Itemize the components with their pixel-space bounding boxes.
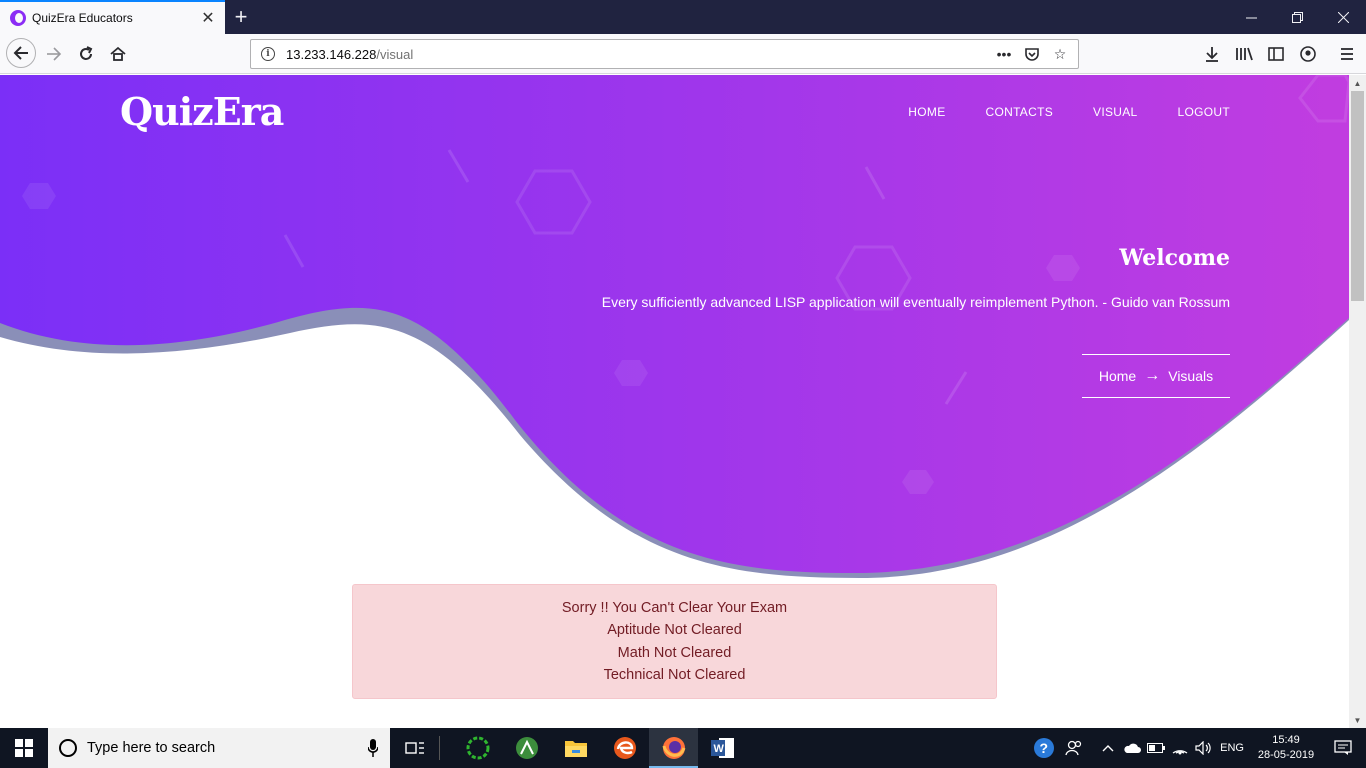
menu-button[interactable] (1333, 40, 1361, 68)
home-icon (110, 46, 126, 61)
downloads-button[interactable] (1198, 40, 1226, 68)
taskbar-app-pycharm[interactable] (453, 728, 502, 768)
reload-icon (80, 46, 93, 60)
sidebar-button[interactable] (1262, 40, 1290, 68)
minimize-window-button[interactable] (1228, 0, 1274, 34)
onedrive-cloud-icon[interactable] (1120, 728, 1144, 768)
minimize-icon (1245, 17, 1257, 18)
exam-result-alert: Sorry !! You Can't Clear Your Exam Aptit… (352, 584, 997, 699)
volume-icon[interactable] (1192, 728, 1216, 768)
library-button[interactable] (1230, 40, 1258, 68)
start-button[interactable] (0, 728, 48, 768)
url-path: /visual (376, 46, 414, 62)
edge-browser-icon (613, 737, 636, 759)
reload-button[interactable] (72, 40, 100, 68)
hamburger-menu-icon (1341, 48, 1353, 60)
home-button[interactable] (104, 40, 132, 68)
address-bar[interactable]: i 13.233.146.228/visual ••• ☆ (250, 39, 1079, 69)
url-host: 13.233.146.228 (286, 46, 377, 62)
circular-progress-app-icon (466, 736, 489, 760)
alert-line: Technical Not Cleared (603, 667, 746, 683)
clock-time: 15:49 (1272, 734, 1300, 746)
close-tab-icon[interactable]: ✕ (197, 7, 219, 29)
windows-taskbar: Type here to search W ? ENG 15:49 28-05-… (0, 728, 1366, 768)
browser-tab-strip: QuizEra Educators ✕ + (0, 0, 1366, 34)
svg-text:W: W (713, 743, 724, 755)
cortana-icon (59, 739, 77, 757)
task-view-icon (404, 742, 424, 754)
main-nav: HOME CONTACTS VISUAL LOGOUT (868, 105, 1230, 119)
word-icon: W (710, 738, 734, 758)
svg-text:?: ? (1040, 740, 1049, 756)
restore-window-button[interactable] (1274, 0, 1320, 34)
input-language-indicator[interactable]: ENG (1220, 742, 1244, 754)
account-button[interactable] (1294, 40, 1322, 68)
alert-line: Sorry !! You Can't Clear Your Exam (561, 599, 788, 616)
battery-icon[interactable] (1144, 728, 1168, 768)
breadcrumb: Home → Visuals (1082, 354, 1230, 398)
alert-line: Math Not Cleared (617, 644, 732, 661)
taskbar-app-firefox[interactable] (649, 728, 698, 768)
arrow-right-icon (47, 47, 62, 61)
taskbar-app-file-explorer[interactable] (551, 728, 600, 768)
taskbar-app-android-studio[interactable] (502, 728, 551, 768)
nav-logout-link[interactable]: LOGOUT (1178, 105, 1230, 119)
site-info-icon[interactable]: i (261, 47, 275, 61)
back-button[interactable] (6, 38, 36, 68)
breadcrumb-home-link[interactable]: Home (1099, 368, 1136, 384)
task-view-button[interactable] (390, 728, 439, 768)
bookmark-star-icon[interactable]: ☆ (1046, 42, 1074, 66)
sidebar-icon (1268, 47, 1284, 61)
quote-text: Every sufficiently advanced LISP applica… (601, 294, 1230, 310)
close-icon (1337, 11, 1349, 23)
firefox-icon (662, 737, 685, 759)
browser-tab-active[interactable]: QuizEra Educators ✕ (0, 0, 225, 34)
pocket-icon[interactable] (1018, 42, 1046, 66)
notification-icon (1334, 740, 1352, 755)
taskbar-app-word[interactable]: W (698, 728, 747, 768)
page-scrollbar[interactable]: ▲ ▼ (1349, 75, 1366, 728)
scrollbar-thumb[interactable] (1351, 91, 1364, 301)
arrow-right-icon: → (1144, 367, 1161, 384)
new-tab-button[interactable]: + (228, 4, 254, 30)
clock-date: 28-05-2019 (1257, 749, 1315, 761)
restore-icon (1291, 11, 1303, 23)
system-tray: ? ENG 15:49 28-05-2019 (1032, 728, 1366, 768)
forward-button[interactable] (40, 40, 68, 68)
nav-contacts-link[interactable]: CONTACTS (986, 105, 1054, 119)
arrow-left-icon (13, 46, 28, 60)
taskbar-app-edge[interactable] (600, 728, 649, 768)
page-actions-icon[interactable]: ••• (990, 42, 1018, 66)
download-icon (1206, 47, 1218, 62)
tab-title: QuizEra Educators (32, 11, 133, 25)
close-window-button[interactable] (1320, 0, 1366, 34)
window-controls (1228, 0, 1366, 34)
show-hidden-icons-chevron-up-icon[interactable] (1096, 728, 1120, 768)
web-page: QuizEra HOME CONTACTS VISUAL LOGOUT Welc… (0, 75, 1349, 728)
scroll-up-arrow-icon[interactable]: ▲ (1349, 75, 1366, 91)
site-logo[interactable]: QuizEra (120, 89, 284, 134)
taskbar-divider (439, 736, 453, 760)
site-favicon-icon (10, 10, 26, 26)
alert-line: Aptitude Not Cleared (607, 622, 742, 638)
scroll-down-arrow-icon[interactable]: ▼ (1349, 712, 1366, 728)
library-icon (1236, 47, 1253, 61)
taskbar-clock[interactable]: 15:49 28-05-2019 (1252, 733, 1320, 763)
taskbar-search-box[interactable]: Type here to search (48, 728, 390, 768)
breadcrumb-current: Visuals (1168, 368, 1214, 384)
welcome-heading: Welcome (1119, 245, 1230, 271)
microphone-icon (368, 739, 378, 757)
people-icon[interactable] (1062, 728, 1086, 768)
browser-toolbar: i 13.233.146.228/visual ••• ☆ (0, 34, 1366, 74)
android-studio-icon (515, 737, 538, 759)
windows-logo-icon (15, 739, 33, 757)
folder-icon (564, 741, 587, 757)
search-placeholder: Type here to search (87, 740, 216, 756)
wifi-icon[interactable] (1168, 728, 1192, 768)
action-center-button[interactable] (1320, 728, 1366, 768)
account-icon (1300, 46, 1316, 62)
nav-home-link[interactable]: HOME (908, 105, 945, 119)
nav-visual-link[interactable]: VISUAL (1093, 105, 1138, 119)
help-icon[interactable]: ? (1032, 728, 1056, 768)
